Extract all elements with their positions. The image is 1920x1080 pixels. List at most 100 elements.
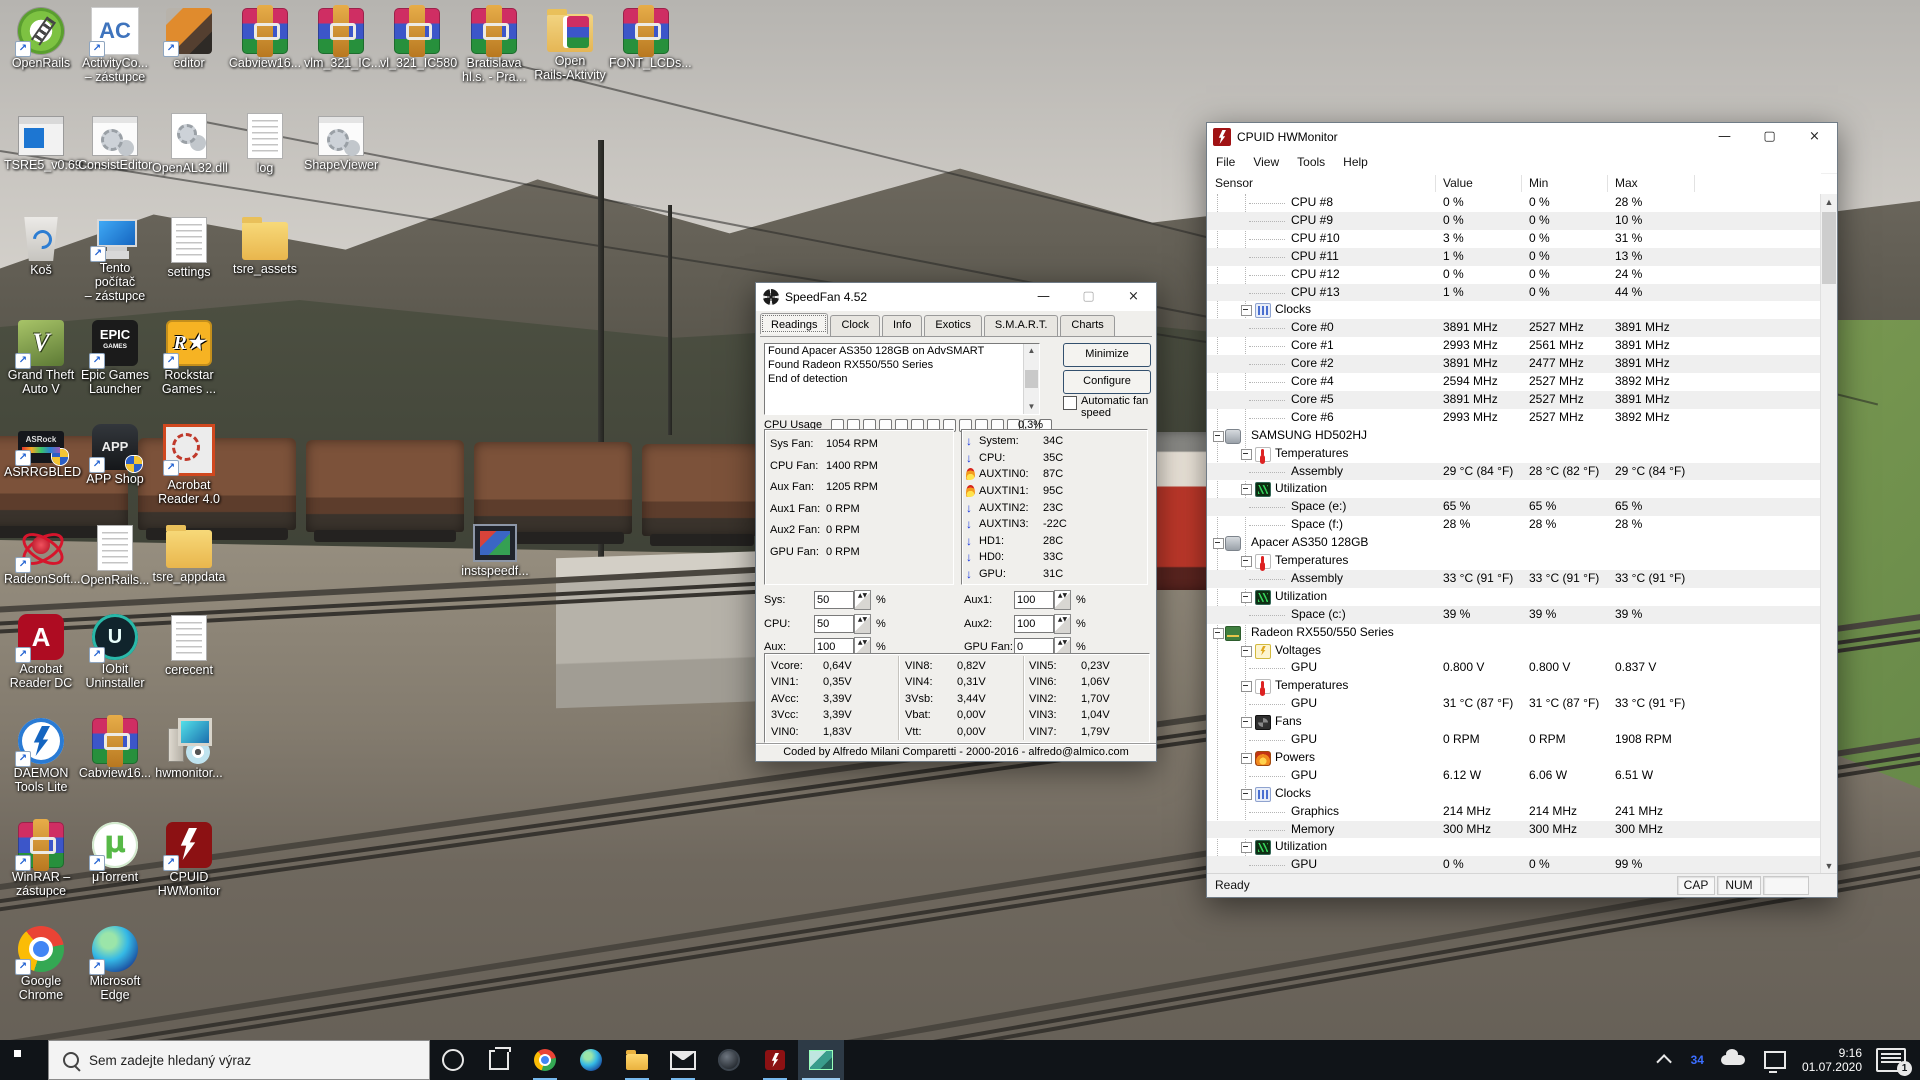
spinner-input[interactable]: 50 <box>814 615 854 633</box>
close-window-icon[interactable]: × <box>1111 283 1156 311</box>
onedrive-icon[interactable] <box>1721 1055 1745 1065</box>
sensor-group-clocks[interactable]: Clocks <box>1207 785 1821 803</box>
sensor-row-gpu[interactable]: GPU0.800 V0.800 V0.837 V <box>1207 659 1821 677</box>
sensor-row-gpu[interactable]: GPU31 °C (87 °F)31 °C (87 °F)33 °C (91 °… <box>1207 695 1821 713</box>
tree-collapse-icon[interactable] <box>1213 431 1224 442</box>
tree-collapse-icon[interactable] <box>1241 592 1252 603</box>
spinner-arrows-icon[interactable]: ▲▼ <box>854 614 871 634</box>
desktop-icon-rockstar-games[interactable]: ↗Rockstar Games ... <box>152 320 226 396</box>
menu-file[interactable]: File <box>1207 155 1244 169</box>
checkbox-icon[interactable] <box>1063 396 1077 410</box>
sensor-row-assembly[interactable]: Assembly33 °C (91 °F)33 °C (91 °F)33 °C … <box>1207 570 1821 588</box>
sensor-row-cpu-9[interactable]: CPU #90 %0 %10 % <box>1207 212 1821 230</box>
tree-collapse-icon[interactable] <box>1241 753 1252 764</box>
scroll-down-icon[interactable]: ▼ <box>1821 858 1837 874</box>
sensor-row-assembly[interactable]: Assembly29 °C (84 °F)28 °C (82 °F)29 °C … <box>1207 463 1821 481</box>
desktop-icon-instspeedf[interactable]: instspeedf... <box>458 518 532 578</box>
taskbar-button-speedfan-active[interactable] <box>798 1040 844 1080</box>
sensor-row-gpu[interactable]: GPU6.12 W6.06 W6.51 W <box>1207 767 1821 785</box>
column-min[interactable]: Min <box>1529 176 1548 190</box>
column-value[interactable]: Value <box>1443 176 1473 190</box>
sensor-row-graphics[interactable]: Graphics214 MHz214 MHz241 MHz <box>1207 803 1821 821</box>
tree-collapse-icon[interactable] <box>1241 717 1252 728</box>
scroll-up-icon[interactable]: ▲ <box>1024 344 1039 358</box>
sensor-row-core-2[interactable]: Core #23891 MHz2477 MHz3891 MHz <box>1207 355 1821 373</box>
sensor-group-temperatures[interactable]: Temperatures <box>1207 445 1821 463</box>
sensor-group-samsung-hd502hj[interactable]: SAMSUNG HD502HJ <box>1207 427 1821 445</box>
desktop-icon-vl-321-ic580[interactable]: vl_321_IC580 <box>380 8 454 70</box>
tree-collapse-icon[interactable] <box>1241 789 1252 800</box>
network-icon[interactable] <box>1764 1051 1786 1069</box>
taskbar-clock[interactable]: 9:16 01.07.2020 <box>1802 1046 1862 1074</box>
menu-view[interactable]: View <box>1244 155 1288 169</box>
desktop-icon-consisteditor[interactable]: ConsistEditor <box>78 112 152 172</box>
tree-collapse-icon[interactable] <box>1241 842 1252 853</box>
scroll-thumb[interactable] <box>1822 212 1836 284</box>
start-button[interactable] <box>0 1040 48 1080</box>
menu-tools[interactable]: Tools <box>1288 155 1334 169</box>
sensor-row-core-0[interactable]: Core #03891 MHz2527 MHz3891 MHz <box>1207 319 1821 337</box>
sensor-row-cpu-12[interactable]: CPU #120 %0 %24 % <box>1207 266 1821 284</box>
taskbar-button-chrome[interactable] <box>522 1040 568 1080</box>
tab-clock[interactable]: Clock <box>830 315 880 336</box>
desktop-icon-iobit-uninstaller[interactable]: ↗IObit Uninstaller <box>78 614 152 690</box>
scroll-up-icon[interactable]: ▲ <box>1821 194 1837 210</box>
hwmonitor-titlebar[interactable]: CPUID HWMonitor — ▢ × <box>1207 123 1837 151</box>
desktop-icon-editor[interactable]: ↗editor <box>152 8 226 70</box>
scroll-down-icon[interactable]: ▼ <box>1024 400 1039 414</box>
taskbar-search-input[interactable]: Sem zadejte hledaný výraz <box>48 1040 430 1080</box>
sensor-row-space-c[interactable]: Space (c:)39 %39 %39 % <box>1207 606 1821 624</box>
tab-readings[interactable]: Readings <box>760 313 828 334</box>
sensor-group-apacer-as350-128gb[interactable]: Apacer AS350 128GB <box>1207 534 1821 552</box>
sensor-row-core-1[interactable]: Core #12993 MHz2561 MHz3891 MHz <box>1207 337 1821 355</box>
tree-collapse-icon[interactable] <box>1213 628 1224 639</box>
sensor-row-core-6[interactable]: Core #62993 MHz2527 MHz3892 MHz <box>1207 409 1821 427</box>
desktop-icon-daemon-tools-lite[interactable]: ↗DAEMON Tools Lite <box>4 718 78 794</box>
desktop-icon-openal32-dll[interactable]: OpenAL32.dll <box>152 112 226 175</box>
desktop-icon-acrobat-reader-dc[interactable]: ↗Acrobat Reader DC <box>4 614 78 690</box>
sensor-group-utilization[interactable]: Utilization <box>1207 480 1821 498</box>
tray-temperature-badge[interactable]: 34 <box>1691 1040 1704 1080</box>
sensor-row-gpu[interactable]: GPU0 RPM0 RPM1908 RPM <box>1207 731 1821 749</box>
tab-s-m-a-r-t[interactable]: S.M.A.R.T. <box>984 315 1059 336</box>
sensor-group-voltages[interactable]: Voltages <box>1207 642 1821 660</box>
desktop-icon-torrent[interactable]: ↗μTorrent <box>78 822 152 884</box>
desktop-icon-openrails[interactable]: ↗OpenRails <box>4 8 78 70</box>
minimize-button[interactable]: Minimize <box>1063 343 1151 367</box>
sensor-group-radeon-rx550-550-series[interactable]: Radeon RX550/550 Series <box>1207 624 1821 642</box>
desktop-icon-asrrgbled[interactable]: ↗ASRRGBLED <box>4 424 78 479</box>
sensor-row-gpu[interactable]: GPU0 %0 %99 % <box>1207 856 1821 874</box>
tree-collapse-icon[interactable] <box>1241 484 1252 495</box>
tree-collapse-icon[interactable] <box>1241 646 1252 657</box>
configure-button[interactable]: Configure <box>1063 370 1151 394</box>
desktop-icon-tsre5-v0-69[interactable]: TSRE5_v0.69... <box>4 112 78 172</box>
sensor-row-core-4[interactable]: Core #42594 MHz2527 MHz3892 MHz <box>1207 373 1821 391</box>
taskbar-button-edge[interactable] <box>568 1040 614 1080</box>
taskbar-button-file-explorer[interactable] <box>614 1040 660 1080</box>
tree-collapse-icon[interactable] <box>1241 305 1252 316</box>
desktop-icon-tsre-assets[interactable]: tsre_assets <box>228 216 302 276</box>
tree-collapse-icon[interactable] <box>1241 449 1252 460</box>
sensor-group-temperatures[interactable]: Temperatures <box>1207 677 1821 695</box>
speedfan-titlebar[interactable]: SpeedFan 4.52 — ▢ × <box>756 283 1156 311</box>
sensor-group-fans[interactable]: Fans <box>1207 713 1821 731</box>
tree-collapse-icon[interactable] <box>1241 681 1252 692</box>
sensor-row-cpu-8[interactable]: CPU #80 %0 %28 % <box>1207 194 1821 212</box>
action-center-icon[interactable]: 1 <box>1876 1048 1906 1072</box>
tab-charts[interactable]: Charts <box>1060 315 1114 336</box>
desktop-icon-app-shop[interactable]: ↗APP Shop <box>78 424 152 486</box>
sensor-row-space-e[interactable]: Space (e:)65 %65 %65 % <box>1207 498 1821 516</box>
desktop-icon-cabview16[interactable]: Cabview16... <box>78 718 152 780</box>
desktop-icon-openrails[interactable]: OpenRails... <box>78 524 152 587</box>
minimize-window-icon[interactable]: — <box>1702 123 1747 151</box>
desktop-icon-cabview16[interactable]: Cabview16... <box>228 8 302 70</box>
desktop-icon-tsre-appdata[interactable]: tsre_appdata <box>152 524 226 584</box>
sensor-row-space-f[interactable]: Space (f:)28 %28 %28 % <box>1207 516 1821 534</box>
minimize-window-icon[interactable]: — <box>1021 283 1066 311</box>
desktop-icon-acrobat-reader-4-0[interactable]: ↗Acrobat Reader 4.0 <box>152 424 226 506</box>
desktop-icon-bratislava-hl-s-pra[interactable]: Bratislava hl.s. - Pra... <box>457 8 531 84</box>
automatic-fan-speed-checkbox[interactable]: Automatic fan speed <box>1063 395 1151 419</box>
sensor-row-cpu-11[interactable]: CPU #111 %0 %13 % <box>1207 248 1821 266</box>
spinner-input[interactable]: 100 <box>1014 591 1054 609</box>
speedfan-log-scrollbar[interactable]: ▲ ▼ <box>1023 344 1039 414</box>
